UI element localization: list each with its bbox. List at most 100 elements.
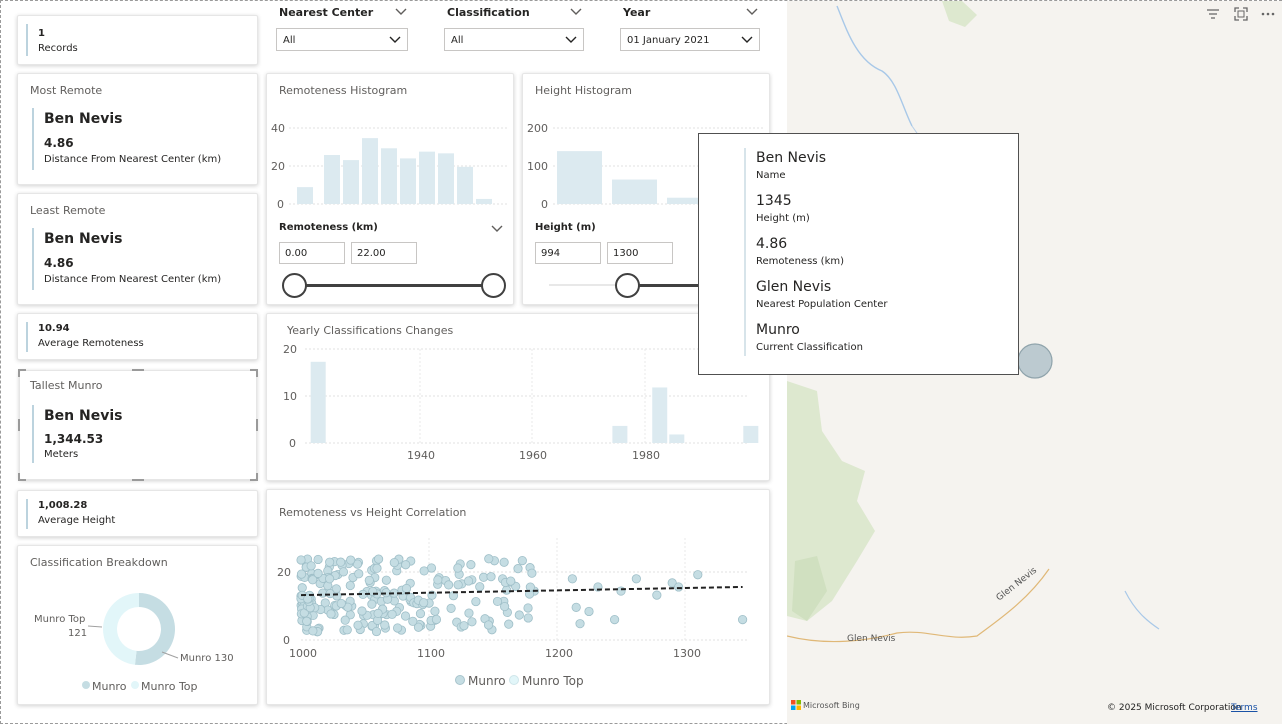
scatter-point[interactable] [313,568,323,578]
scatter-point[interactable] [340,615,350,625]
histogram-bar[interactable] [297,187,313,204]
scatter-point[interactable] [313,554,323,565]
terms-link[interactable]: Terms [1231,703,1258,713]
scatter-point[interactable] [325,557,335,567]
histogram-bar[interactable] [457,166,473,204]
scatter-point[interactable] [373,554,384,564]
remoteness-min-input[interactable]: 0.00 [279,242,345,264]
scatter-point[interactable] [371,626,382,637]
scatter-point[interactable] [492,596,503,607]
yearly-bar[interactable] [612,425,628,443]
histogram-bar[interactable] [324,155,340,204]
map-point[interactable] [1017,343,1053,379]
focus-mode-icon[interactable] [1234,7,1248,21]
average-remoteness-card[interactable]: 10.94 Average Remoteness [17,313,258,360]
scatter-point[interactable] [453,563,463,573]
scatter-point[interactable] [419,598,429,608]
resize-handle[interactable] [18,473,20,481]
scatter-point[interactable] [338,567,349,577]
histogram-bar[interactable] [557,151,602,204]
scatter-point[interactable] [296,569,307,579]
histogram-bar[interactable] [362,138,378,204]
resize-handle[interactable] [18,369,20,377]
scatter-point[interactable] [483,620,494,630]
scatter-point[interactable] [453,580,463,590]
resize-handle[interactable] [256,473,258,481]
records-card[interactable]: 1 Records [17,15,258,65]
histogram-bar[interactable] [400,158,416,204]
histogram-bar[interactable] [419,151,435,204]
scatter-point[interactable] [444,580,454,590]
donut-slice[interactable] [103,593,139,665]
scatter-point[interactable] [504,619,514,629]
chevron-down-icon[interactable] [491,224,503,233]
scatter-point[interactable] [502,585,512,595]
scatter-point[interactable] [631,574,641,584]
scatter-point[interactable] [393,623,403,633]
scatter-point[interactable] [336,598,346,609]
scatter-point[interactable] [389,557,399,568]
histogram-bar[interactable] [381,148,397,204]
tallest-munro-card[interactable]: Tallest Munro Ben Nevis 1,344.53 Meters [19,370,257,480]
remoteness-max-input[interactable]: 22.00 [351,242,417,264]
scatter-point[interactable] [609,615,620,625]
scatter-point[interactable] [575,619,585,629]
height-min-input[interactable]: 994 [535,242,601,264]
scatter-point[interactable] [430,606,440,616]
resize-handle[interactable] [256,369,258,377]
scatter-point[interactable] [471,596,481,607]
scatter-point[interactable] [463,576,474,586]
scatter-point[interactable] [499,557,509,567]
scatter-point[interactable] [419,566,429,576]
scatter-point[interactable] [616,586,626,596]
scatter-point[interactable] [433,575,443,585]
scatter-point[interactable] [336,557,346,567]
scatter-point[interactable] [401,560,411,570]
scatter-point[interactable] [325,588,335,599]
scatter-point[interactable] [446,603,456,613]
scatter-point[interactable] [567,574,577,584]
scatter-point[interactable] [308,626,318,636]
remoteness-histogram-card[interactable]: Remoteness Histogram 40 20 0 Remoteness … [266,73,514,305]
scatter-point[interactable] [673,582,684,592]
resize-handle[interactable] [132,369,144,371]
chevron-down-icon[interactable] [745,7,759,17]
scatter-card[interactable]: Remoteness vs Height Correlation 20 0 10… [266,489,770,705]
scatter-point[interactable] [527,568,537,578]
scatter-point[interactable] [372,563,382,573]
scatter-point[interactable] [364,575,374,585]
scatter-point[interactable] [652,590,662,600]
histogram-bar[interactable] [612,179,657,204]
scatter-point[interactable] [400,611,411,621]
histogram-bar[interactable] [476,198,492,204]
yearly-bar[interactable] [669,434,685,443]
scatter-point[interactable] [584,606,594,617]
scatter-point[interactable] [693,570,703,580]
scatter-point[interactable] [326,609,336,619]
resize-handle[interactable] [256,419,258,431]
scatter-point[interactable] [357,606,367,616]
scatter-point[interactable] [500,601,510,612]
scatter-point[interactable] [401,583,412,594]
scatter-point[interactable] [354,569,364,579]
filter-classification-dropdown[interactable]: All [444,28,584,51]
scatter-point[interactable] [523,613,533,623]
histogram-bar[interactable] [343,160,359,204]
least-remote-card[interactable]: Least Remote Ben Nevis 4.86 Distance Fro… [17,193,258,305]
chevron-down-icon[interactable] [394,7,408,17]
scatter-point[interactable] [459,621,469,631]
scatter-point[interactable] [466,560,476,570]
scatter-point[interactable] [408,616,418,626]
filter-year-dropdown[interactable]: 01 January 2021 [620,28,760,51]
scatter-point[interactable] [306,561,316,571]
scatter-point[interactable] [373,608,383,618]
resize-handle[interactable] [18,419,20,431]
scatter-point[interactable] [484,554,494,564]
scatter-point[interactable] [467,617,477,627]
slider-handle-max[interactable] [481,273,506,298]
more-options-icon[interactable] [1261,11,1275,17]
scatter-point[interactable] [345,580,355,591]
scatter-point[interactable] [523,603,533,613]
chevron-down-icon[interactable] [569,7,583,17]
scatter-point[interactable] [324,574,335,584]
